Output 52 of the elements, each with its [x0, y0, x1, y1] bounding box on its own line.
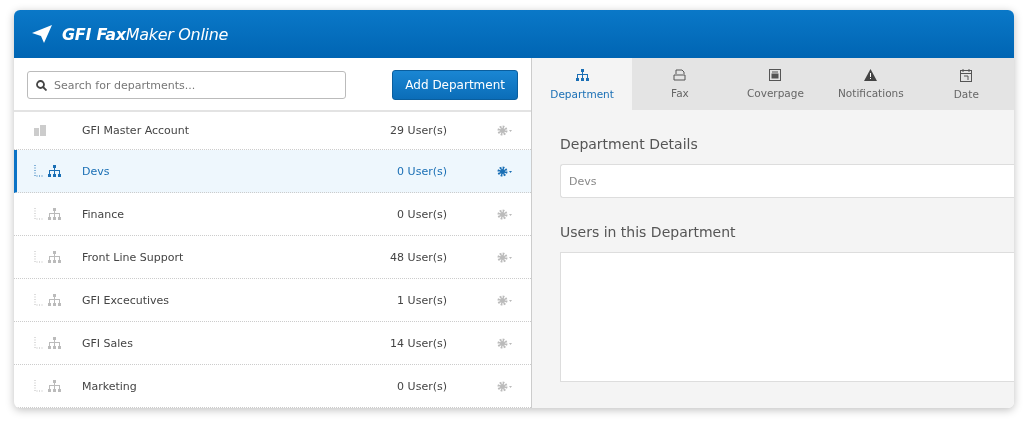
- user-count: 1 User(s): [396, 293, 447, 307]
- page-layout-icon: [769, 69, 782, 81]
- department-name: Front Line Support: [81, 250, 185, 264]
- department-name: GFI Excecutives: [81, 293, 171, 307]
- user-count: 14 User(s): [389, 336, 447, 350]
- department-name: Devs: [81, 164, 111, 178]
- add-department-button[interactable]: Add Department: [392, 70, 518, 100]
- org-chart-icon: [48, 250, 61, 264]
- printer-icon: [673, 69, 687, 81]
- search-field[interactable]: Search for departments...: [27, 71, 347, 99]
- org-chart-icon: [48, 293, 61, 307]
- user-count: 0 User(s): [396, 207, 447, 221]
- tab[interactable]: Department: [532, 58, 633, 110]
- tab[interactable]: Notifications: [823, 58, 919, 110]
- tree-connector-icon: [34, 251, 44, 263]
- calendar-icon: [960, 68, 973, 82]
- section-title: Department Details: [560, 136, 699, 152]
- org-chart-icon: [48, 379, 61, 393]
- department-name: GFI Master Account: [81, 124, 191, 137]
- section-title: Users in this Department: [560, 224, 737, 240]
- user-count: 0 User(s): [396, 379, 447, 393]
- department-row[interactable]: GFI Excecutives 1 User(s): [14, 279, 531, 322]
- department-name: Marketing: [81, 379, 138, 393]
- user-count: 29 User(s): [389, 124, 447, 137]
- org-chart-icon: [48, 207, 61, 221]
- warning-icon: [864, 69, 878, 81]
- tree-connector-icon: [34, 165, 44, 177]
- department-row[interactable]: Marketing 0 User(s): [14, 365, 531, 408]
- department-name: GFI Sales: [81, 336, 134, 350]
- department-row[interactable]: Devs 0 User(s): [14, 150, 531, 193]
- tree-connector-icon: [34, 380, 44, 392]
- tab[interactable]: Fax: [632, 58, 728, 110]
- org-chart-icon: [48, 164, 61, 178]
- department-row[interactable]: GFI Sales 14 User(s): [14, 322, 531, 365]
- tab[interactable]: Coverpage: [727, 58, 824, 110]
- paper-plane-icon: [32, 25, 52, 43]
- department-name: Finance: [81, 207, 126, 221]
- gear-dropdown-icon[interactable]: [497, 165, 513, 177]
- user-count: 48 User(s): [389, 250, 447, 264]
- department-row[interactable]: Finance 0 User(s): [14, 193, 531, 236]
- tree-connector-icon: [34, 337, 44, 349]
- search-icon: [36, 80, 47, 91]
- org-chart-icon: [48, 336, 61, 350]
- org-chart-icon: [575, 68, 589, 82]
- tab[interactable]: Date: [918, 58, 1014, 110]
- department-row[interactable]: Front Line Support 48 User(s): [14, 236, 531, 279]
- department-name-field[interactable]: Devs: [560, 164, 1014, 198]
- app-logo-text: GFI FaxMaker Online: [62, 24, 229, 44]
- user-count: 0 User(s): [396, 164, 447, 178]
- building-icon: [34, 125, 46, 136]
- tree-connector-icon: [34, 294, 44, 306]
- tree-connector-icon: [34, 208, 44, 220]
